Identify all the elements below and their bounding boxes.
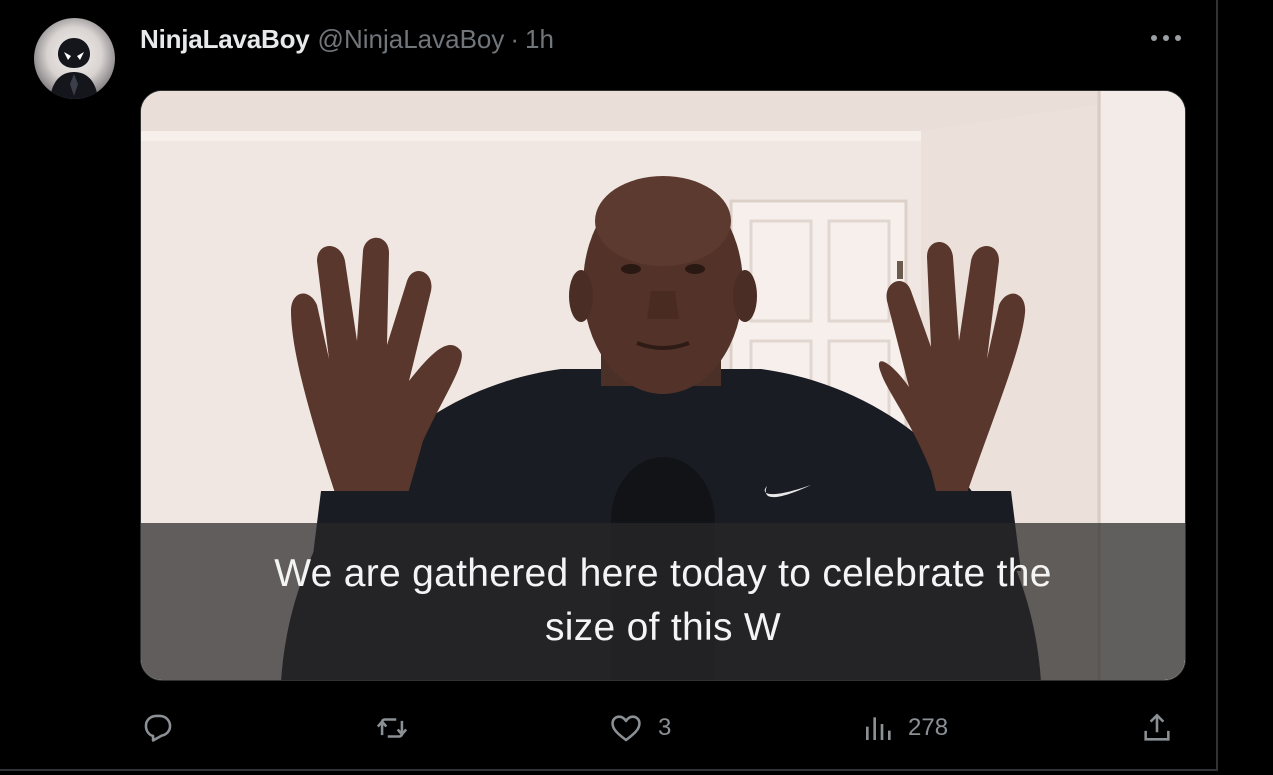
spiderman-avatar-icon [50,38,98,99]
author-avatar[interactable] [34,18,115,99]
views-chart-icon [866,717,891,740]
author-handle[interactable]: @NinjaLavaBoy [318,24,505,55]
views-button[interactable]: 278 [862,708,948,748]
reply-button[interactable] [141,708,175,748]
tweet-card: NinjaLavaBoy @NinjaLavaBoy · 1h We are g… [0,0,1218,771]
meme-caption: We are gathered here today to celebrate … [141,547,1185,655]
like-count: 3 [658,714,672,741]
retweet-icon [376,718,408,738]
right-gutter [1220,0,1273,775]
tweet-header: NinjaLavaBoy @NinjaLavaBoy · 1h [140,22,554,56]
tweet-timestamp[interactable]: 1h [525,24,554,55]
caption-line-1: We are gathered here today to celebrate … [274,552,1052,595]
header-separator: · [510,23,520,54]
tweet-media-image[interactable]: We are gathered here today to celebrate … [140,90,1186,681]
caption-line-2: size of this W [544,606,782,649]
heart-icon [611,715,641,742]
like-button[interactable]: 3 [608,708,671,748]
share-icon [1144,713,1170,741]
views-count: 278 [908,714,949,741]
author-display-name[interactable]: NinjaLavaBoy [140,24,310,55]
retweet-button[interactable] [374,708,410,748]
share-button[interactable] [1140,708,1174,748]
tweet-action-bar: 3 278 [0,708,1218,748]
reply-icon [144,714,172,742]
more-options-button[interactable] [1146,26,1186,50]
more-dots-icon [1151,35,1181,41]
